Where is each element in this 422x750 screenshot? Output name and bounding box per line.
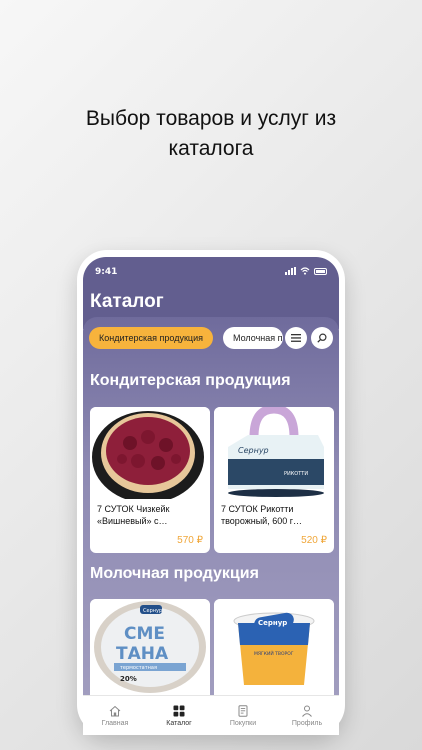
product-sub-label: МЯГКИЙ ТВОРОГ <box>254 650 294 657</box>
wifi-icon <box>300 267 310 275</box>
tab-home[interactable]: Главная <box>83 696 147 735</box>
product-label: РИКОТТИ <box>284 471 308 477</box>
app-screen: 9:41 Каталог Кондитерская продукция Моло… <box>83 257 339 735</box>
product-big-text: СМЕ <box>124 624 165 644</box>
chip-dairy[interactable]: Молочная продукция <box>223 327 283 349</box>
promo-headline-line1: Выбор товаров и услуг из <box>85 107 337 130</box>
product-big-text: ТАНА <box>116 644 169 664</box>
tab-purchases[interactable]: Покупки <box>211 696 275 735</box>
product-sub-label: термостатная <box>120 665 157 671</box>
home-icon <box>109 705 121 716</box>
brand-label: Сернур <box>143 608 162 614</box>
tab-label: Главная <box>101 719 129 727</box>
search-button[interactable] <box>311 327 333 349</box>
menu-icon <box>291 334 301 342</box>
promo-headline-line2: каталога <box>168 137 254 160</box>
phone-frame: 9:41 Каталог Кондитерская продукция Моло… <box>77 250 345 735</box>
section-title-dairy: Молочная продукция <box>90 565 259 582</box>
category-chips: Кондитерская продукция Молочная продукци… <box>89 327 333 349</box>
brand-label: Сернур <box>238 446 269 455</box>
section-title-confectionery: Кондитерская продукция <box>90 372 291 389</box>
product-card[interactable]: Сернур РИКОТТИ 7 СУТОК Рикотти творожный… <box>214 407 334 553</box>
receipt-icon <box>238 704 248 717</box>
product-name: 7 СУТОК Рикотти творожный, 600 г… <box>221 504 303 526</box>
tab-catalog[interactable]: Каталог <box>147 696 211 735</box>
tab-profile[interactable]: Профиль <box>275 696 339 735</box>
product-image-ricotti: Сернур РИКОТТИ <box>214 407 334 499</box>
tab-label: Покупки <box>229 719 257 727</box>
search-icon <box>317 333 327 343</box>
product-price: 570 ₽ <box>177 535 203 546</box>
tab-label: Профиль <box>291 719 323 727</box>
status-bar: 9:41 <box>95 267 327 279</box>
person-icon <box>302 705 312 717</box>
product-image-cheesecake <box>90 407 210 503</box>
status-time: 9:41 <box>95 267 118 277</box>
product-name: 7 СУТОК Чизкейк «Вишневый» с… <box>97 504 170 526</box>
grid-icon <box>173 705 185 716</box>
bottom-tab-bar: Главная Каталог Покупки Профиль <box>83 695 339 735</box>
product-card[interactable]: 7 СУТОК Чизкейк «Вишневый» с… 570 ₽ <box>90 407 210 553</box>
product-price: 520 ₽ <box>301 535 327 546</box>
menu-button[interactable] <box>285 327 307 349</box>
brand-label: Сернур <box>258 619 287 627</box>
battery-icon <box>314 267 327 275</box>
page-title: Каталог <box>90 291 164 312</box>
catalog-content: Кондитерская продукция Молочная продукци… <box>83 317 339 735</box>
tab-label: Каталог <box>166 719 192 727</box>
fat-label: 20% <box>120 675 137 683</box>
chip-confectionery[interactable]: Кондитерская продукция <box>89 327 213 349</box>
promo-headline: Выбор товаров и услуг из каталога <box>0 104 422 164</box>
cellular-signal-icon <box>285 267 296 275</box>
